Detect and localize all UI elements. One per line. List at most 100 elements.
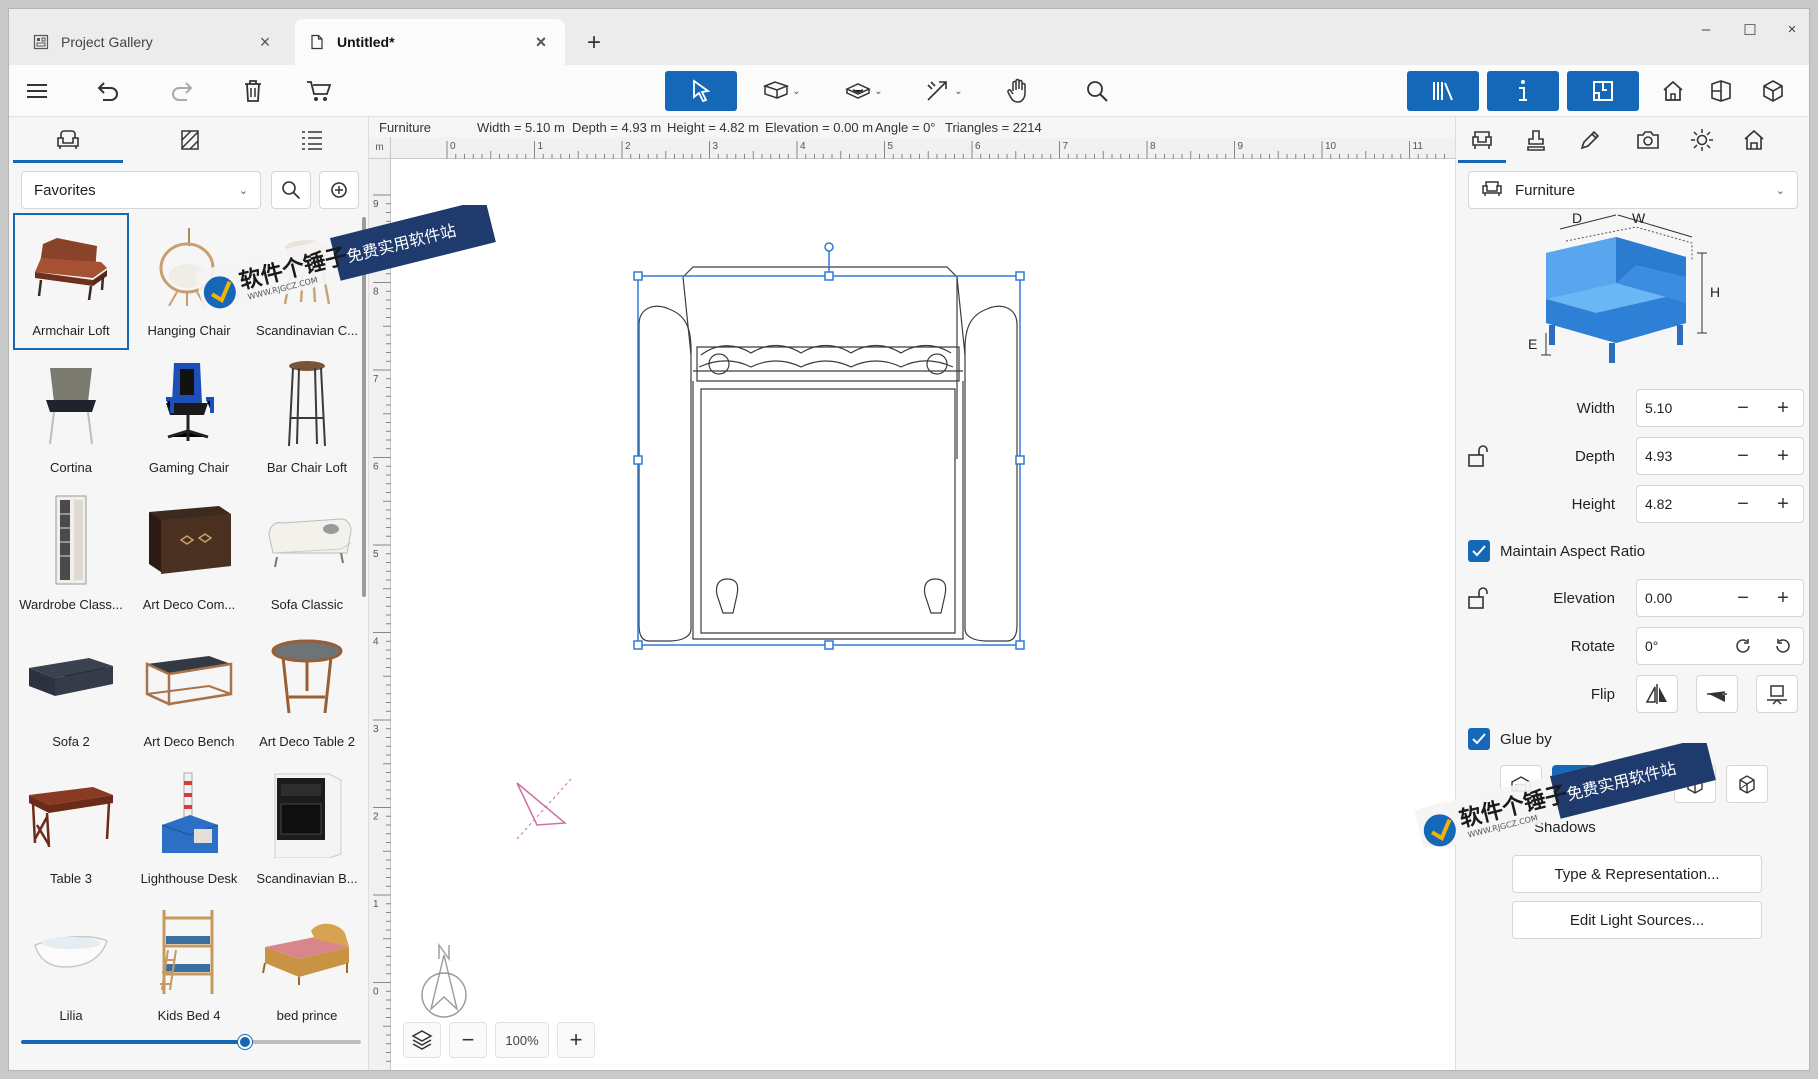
height-decrement-button[interactable]: − [1729,490,1757,518]
plan-view-button[interactable] [1567,71,1639,111]
sun-icon[interactable] [1678,125,1726,155]
rotate-ccw-icon[interactable] [1769,632,1797,660]
width-field[interactable]: 5.10 − + [1636,389,1804,427]
maximize-button[interactable]: ☐ [1735,21,1765,39]
lock-open-icon[interactable] [1466,443,1492,469]
catalog-item[interactable]: Sofa 2 [13,624,129,761]
elevation-decrement-button[interactable]: − [1729,584,1757,612]
armchair-plan-outline [638,266,1018,642]
catalog-item[interactable]: Table 3 [13,761,129,898]
glue-object-icon[interactable] [1726,765,1768,803]
room-tool-button[interactable]: ⌄ [839,71,889,111]
catalog-item[interactable]: Kids Bed 4 [131,898,247,1035]
zoom-out-button[interactable]: − [449,1022,487,1058]
stamp-icon[interactable] [1512,125,1560,155]
width-decrement-button[interactable]: − [1729,394,1757,422]
flip-elevation-icon[interactable] [1756,675,1798,713]
camera-icon[interactable] [1624,125,1672,155]
close-icon[interactable]: × [255,32,275,53]
redo-icon[interactable] [163,71,203,111]
ruler-tick-label: 6 [975,141,981,152]
house-icon[interactable] [1730,125,1778,155]
add-tab-button[interactable]: + [581,29,607,57]
edit-light-sources-button[interactable]: Edit Light Sources... [1512,901,1762,939]
depth-decrement-button[interactable]: − [1729,442,1757,470]
furniture-props-icon[interactable] [1458,125,1506,163]
catalog-item[interactable]: Art Deco Table 2 [249,624,365,761]
close-icon[interactable]: × [531,32,551,53]
chevron-down-icon: ⌄ [954,85,963,97]
home-view-icon[interactable] [1653,71,1693,111]
catalog-item[interactable]: Gaming Chair [131,350,247,487]
ruler-tick-label: 2 [625,141,631,152]
catalog-search-button[interactable] [271,171,311,209]
dimension-tool-button[interactable]: ⌄ [919,71,969,111]
thumbnail-size-slider[interactable] [21,1035,361,1049]
window-close-button[interactable]: × [1777,21,1807,38]
catalog-item[interactable]: Lilia [13,898,129,1035]
slider-knob[interactable] [238,1035,253,1049]
maintain-aspect-label: Maintain Aspect Ratio [1500,542,1646,560]
catalog-item[interactable]: Art Deco Com... [131,487,247,624]
hand-pan-icon[interactable] [999,71,1039,111]
item-name: Art Deco Table 2 [259,734,355,749]
rotate-field[interactable]: 0° [1636,627,1804,665]
lock-open-icon[interactable] [1466,585,1492,611]
3d-view-icon[interactable] [1753,71,1793,111]
width-increment-button[interactable]: + [1769,394,1797,422]
layers-icon[interactable] [403,1022,441,1058]
catalog-item[interactable]: Wardrobe Class... [13,487,129,624]
plan-editor: Furniture Width = 5.10 m Depth = 4.93 m … [369,117,1455,1070]
item-name: Bar Chair Loft [266,460,348,475]
depth-increment-button[interactable]: + [1769,442,1797,470]
search-icon[interactable] [1077,71,1117,111]
catalog-item[interactable]: Sofa Classic [249,487,365,624]
library-button[interactable] [1407,71,1479,111]
flip-horizontal-icon[interactable] [1636,675,1678,713]
catalog-item[interactable]: Bar Chair Loft [249,350,365,487]
elevation-field[interactable]: 0.00 − + [1636,579,1804,617]
bed-prince-thumbnail [259,908,355,994]
item-name: bed prince [276,1008,338,1023]
trash-icon[interactable] [233,71,273,111]
zoom-level: 100% [495,1022,549,1058]
catalog-item[interactable]: Armchair Loft [13,213,129,350]
catalog-item[interactable]: Lighthouse Desk [131,761,247,898]
minimize-button[interactable]: – [1691,21,1721,38]
split-view-icon[interactable] [1701,71,1741,111]
zoom-in-button[interactable]: + [557,1022,595,1058]
catalog-item[interactable]: Art Deco Bench [131,624,247,761]
elevation-label: Elevation [1553,590,1615,607]
list-icon[interactable] [257,125,367,155]
maintain-aspect-checkbox[interactable]: Maintain Aspect Ratio [1468,539,1645,563]
bathtub-thumbnail [23,908,119,994]
undo-icon[interactable] [87,71,127,111]
rotate-cw-icon[interactable] [1729,632,1757,660]
catalog-item[interactable]: Scandinavian B... [249,761,365,898]
furniture-icon[interactable] [13,125,123,163]
info-button[interactable] [1487,71,1559,111]
materials-icon[interactable] [135,125,245,155]
depth-field[interactable]: 4.93 − + [1636,437,1804,475]
ruler-tick-label: 4 [373,637,379,648]
tab-project-gallery[interactable]: Project Gallery × [19,19,289,65]
elevation-increment-button[interactable]: + [1769,584,1797,612]
plan-canvas[interactable]: − 100% + [391,159,1455,1070]
catalog-filter-dropdown[interactable]: Favorites ⌄ [21,171,261,209]
category-dropdown[interactable]: Furniture ⌄ [1468,171,1798,209]
cart-icon[interactable] [299,71,339,111]
tab-untitled[interactable]: Untitled* × [295,19,565,65]
type-representation-button[interactable]: Type & Representation... [1512,855,1762,893]
height-increment-button[interactable]: + [1769,490,1797,518]
pointer-icon[interactable] [665,71,737,111]
wall-tool-button[interactable]: ⌄ [757,71,807,111]
ruler-tick-label: 1 [373,899,379,910]
pencil-icon[interactable] [1566,125,1614,155]
sofa-thumbnail [23,634,119,720]
catalog-settings-button[interactable] [319,171,359,209]
catalog-item[interactable]: Cortina [13,350,129,487]
catalog-item[interactable]: bed prince [249,898,365,1035]
hamburger-menu-icon[interactable] [17,71,57,111]
flip-vertical-icon[interactable] [1696,675,1738,713]
height-field[interactable]: 4.82 − + [1636,485,1804,523]
